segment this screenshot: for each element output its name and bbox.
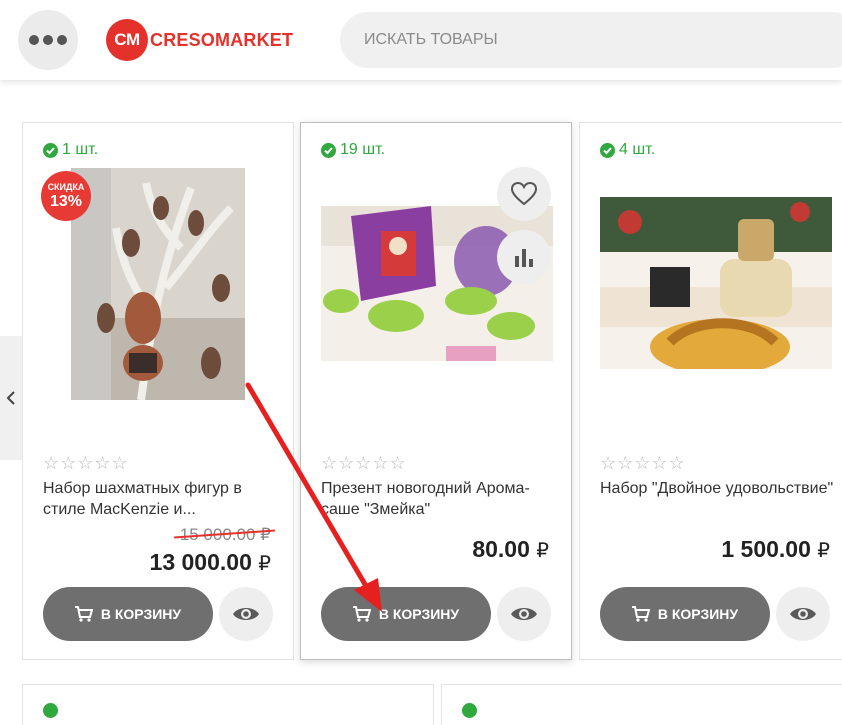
search-input[interactable]: ИСКАТЬ ТОВАРЫ [340, 12, 842, 68]
site-logo[interactable]: CM CRESOMARKET [106, 19, 293, 61]
stock-count: 19 шт. [340, 141, 386, 158]
quick-view-button[interactable] [219, 587, 273, 641]
add-to-cart-label: В КОРЗИНУ [378, 606, 460, 622]
eye-icon [790, 608, 816, 620]
dot [43, 35, 53, 45]
logo-mark: CM [106, 19, 148, 61]
bar-chart-icon [515, 249, 533, 267]
add-to-cart-button[interactable]: В КОРЗИНУ [43, 587, 213, 641]
stock-count: 1 шт. [62, 141, 99, 158]
stock-status: 19 шт. [321, 141, 385, 159]
product-title[interactable]: Набор шахматных фигур в стиле MacKenzie … [43, 478, 283, 520]
product-image[interactable] [71, 168, 245, 400]
product-image[interactable] [600, 197, 832, 369]
eye-icon [511, 608, 537, 620]
more-menu-button[interactable] [18, 10, 78, 70]
price: 1 500.00 ₽ [721, 536, 830, 563]
cart-icon [631, 606, 650, 622]
eye-icon [233, 608, 259, 620]
product-title[interactable]: Презент новогодний Арома-саше "Змейка" [321, 478, 561, 520]
price-currency: ₽ [817, 540, 830, 562]
price-value: 13 000.00 [149, 549, 252, 575]
dot [29, 35, 39, 45]
price-currency: ₽ [258, 553, 271, 575]
product-title[interactable]: Набор "Двойное удовольствие" [600, 478, 840, 499]
chevron-left-icon [6, 391, 15, 405]
check-icon [462, 703, 477, 718]
discount-badge: СКИДКА 13% [41, 171, 91, 221]
add-to-cart-label: В КОРЗИНУ [657, 606, 739, 622]
discount-value: 13% [49, 193, 83, 210]
product-card-partial[interactable] [22, 684, 434, 725]
rating-stars: ☆☆☆☆☆ [43, 453, 129, 473]
quick-view-button[interactable] [776, 587, 830, 641]
carousel-prev-button[interactable] [0, 336, 22, 460]
price-value: 1 500.00 [721, 536, 811, 562]
heart-icon [511, 182, 537, 206]
add-to-cart-button[interactable]: В КОРЗИНУ [600, 587, 770, 641]
price-value: 80.00 [472, 536, 530, 562]
rating-stars: ☆☆☆☆☆ [600, 453, 686, 473]
add-to-cart-label: В КОРЗИНУ [100, 606, 182, 622]
dot [57, 35, 67, 45]
check-icon [321, 142, 336, 158]
stock-count: 4 шт. [619, 141, 656, 158]
add-to-cart-button[interactable]: В КОРЗИНУ [321, 587, 491, 641]
stock-status: 4 шт. [600, 141, 655, 159]
check-icon [600, 142, 615, 158]
quick-view-button[interactable] [497, 587, 551, 641]
price-currency: ₽ [536, 540, 549, 562]
product-card[interactable]: 19 шт. ☆☆☆☆☆ Презент новогодний Арома-са… [300, 122, 572, 660]
logo-text: CRESOMARKET [150, 29, 294, 50]
product-card-partial[interactable] [441, 684, 842, 725]
price: 80.00 ₽ [472, 536, 549, 563]
product-card[interactable]: 4 шт. ☆☆☆☆☆ Набор "Двойное удовольствие"… [579, 122, 842, 660]
site-header: CM CRESOMARKET ИСКАТЬ ТОВАРЫ [0, 0, 842, 80]
check-icon [43, 142, 58, 158]
cart-icon [74, 606, 93, 622]
price: 13 000.00 ₽ [150, 549, 271, 576]
product-card[interactable]: 1 шт. СКИДКА 13% ☆☆☆☆☆ Набор шахматных ф… [22, 122, 294, 660]
search-placeholder: ИСКАТЬ ТОВАРЫ [364, 31, 498, 48]
wishlist-button[interactable] [497, 167, 551, 221]
old-price-currency: ₽ [260, 525, 271, 544]
check-icon [43, 703, 58, 718]
cart-icon [352, 606, 371, 622]
rating-stars: ☆☆☆☆☆ [321, 453, 407, 473]
old-price: 15 000.00 ₽ [173, 525, 275, 545]
discount-label: СКИДКА [47, 182, 85, 192]
stock-status: 1 шт. [43, 141, 98, 159]
compare-button[interactable] [497, 230, 551, 284]
